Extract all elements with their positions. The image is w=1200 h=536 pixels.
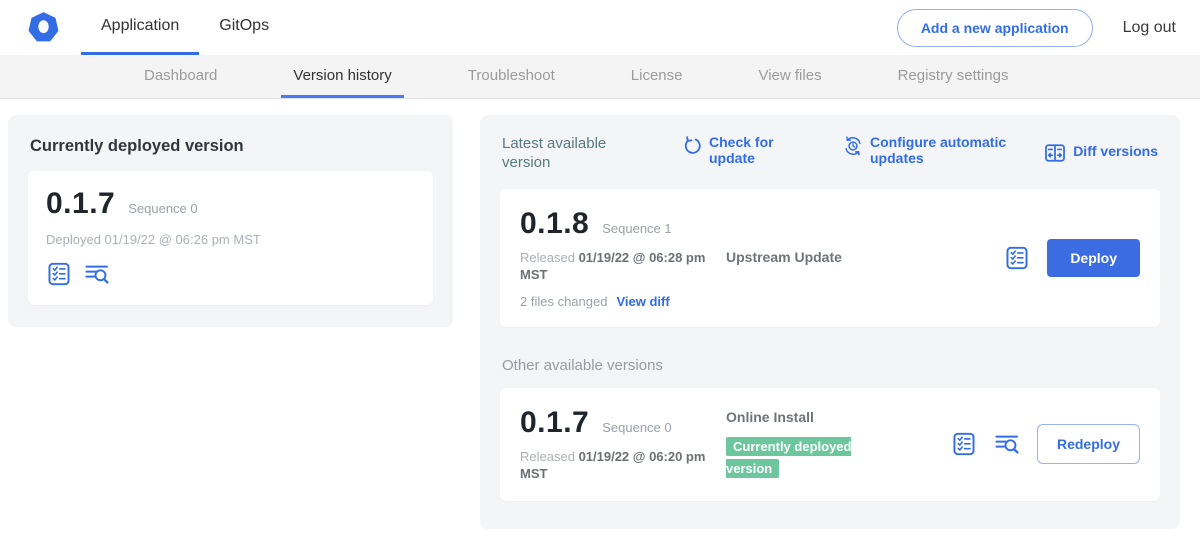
checklist-icon: [46, 261, 72, 287]
top-navbar: Application GitOps Add a new application…: [0, 0, 1200, 55]
subnav-tab-dashboard[interactable]: Dashboard: [132, 55, 229, 98]
latest-version-sequence: Sequence 1: [602, 221, 671, 236]
view-diff-link[interactable]: View diff: [616, 294, 669, 309]
refresh-arrow-icon: [682, 136, 702, 156]
subnav-tab-view-files-label: View files: [758, 67, 821, 84]
other-available-versions-title: Other available versions: [502, 357, 1158, 374]
subnav-tab-view-files[interactable]: View files: [746, 55, 833, 98]
subnav-tab-registry-settings-label: Registry settings: [898, 67, 1009, 84]
tab-gitops[interactable]: GitOps: [199, 0, 289, 55]
latest-available-title: Latest available version: [502, 135, 640, 173]
released-label: Released: [520, 449, 575, 464]
heptagon-logo-icon: [28, 12, 59, 43]
latest-version-card: 0.1.8 Sequence 1 Released 01/19/22 @ 06:…: [500, 189, 1160, 327]
subnav-tab-registry-settings[interactable]: Registry settings: [886, 55, 1021, 98]
subnav-tab-troubleshoot[interactable]: Troubleshoot: [456, 55, 567, 98]
available-panel-header: Latest available version Check for updat…: [502, 135, 1158, 173]
preflight-checks-button[interactable]: [46, 261, 72, 287]
latest-version-number: 0.1.8: [520, 207, 589, 241]
app-logo: [28, 0, 59, 55]
tab-application-label: Application: [101, 17, 179, 35]
main-content: Currently deployed version 0.1.7 Sequenc…: [0, 99, 1200, 529]
subnav-tab-version-history[interactable]: Version history: [281, 55, 403, 98]
other-view-logs-button[interactable]: [994, 431, 1020, 457]
other-preflight-checks-button[interactable]: [951, 431, 977, 457]
subnav-tab-license[interactable]: License: [619, 55, 695, 98]
other-version-sequence: Sequence 0: [602, 420, 671, 435]
app-subnav: Dashboard Version history Troubleshoot L…: [0, 55, 1200, 99]
other-version-number: 0.1.7: [520, 406, 589, 440]
lines-magnifier-icon: [84, 261, 110, 287]
current-deployed-timestamp: Deployed 01/19/22 @ 06:26 pm MST: [46, 232, 415, 247]
currently-deployed-title: Currently deployed version: [30, 137, 433, 156]
current-version-card: 0.1.7 Sequence 0 Deployed 01/19/22 @ 06:…: [28, 171, 433, 305]
checklist-icon: [1004, 245, 1030, 271]
deploy-button[interactable]: Deploy: [1047, 239, 1140, 277]
released-label: Released: [520, 250, 575, 265]
check-for-update-button[interactable]: Check for update: [682, 135, 781, 166]
checklist-icon: [951, 431, 977, 457]
split-diff-icon: [1044, 142, 1066, 164]
files-changed-count: 2 files changed: [520, 294, 607, 309]
configure-automatic-updates-button[interactable]: Configure automatic updates: [843, 135, 1018, 166]
check-for-update-label: Check for update: [709, 135, 781, 166]
top-right-actions: Add a new application Log out: [897, 0, 1176, 55]
current-version-sequence: Sequence 0: [128, 201, 197, 216]
other-version-source: Online Install: [726, 409, 814, 425]
latest-version-source: Upstream Update: [726, 249, 842, 265]
currently-deployed-panel: Currently deployed version 0.1.7 Sequenc…: [8, 115, 453, 327]
configure-automatic-updates-label: Configure automatic updates: [870, 135, 1018, 166]
redeploy-button[interactable]: Redeploy: [1037, 424, 1140, 464]
diff-versions-button[interactable]: Diff versions: [1044, 144, 1158, 164]
view-logs-button[interactable]: [84, 261, 110, 287]
other-version-card: 0.1.7 Sequence 0 Released 01/19/22 @ 06:…: [500, 388, 1160, 501]
logout-link[interactable]: Log out: [1123, 19, 1176, 37]
subnav-tab-troubleshoot-label: Troubleshoot: [468, 67, 555, 84]
latest-preflight-checks-button[interactable]: [1004, 245, 1030, 271]
current-version-number: 0.1.7: [46, 187, 115, 221]
subnav-tab-version-history-label: Version history: [293, 67, 391, 84]
top-tab-bar: Application GitOps: [81, 0, 289, 55]
lines-magnifier-icon: [994, 431, 1020, 457]
clock-sync-icon: [843, 136, 863, 156]
subnav-tab-dashboard-label: Dashboard: [144, 67, 217, 84]
tab-gitops-label: GitOps: [219, 17, 269, 35]
currently-deployed-badge: Currently deployed version: [726, 437, 851, 478]
tab-application[interactable]: Application: [81, 0, 199, 55]
diff-versions-label: Diff versions: [1073, 144, 1158, 164]
subnav-tab-license-label: License: [631, 67, 683, 84]
available-versions-panel: Latest available version Check for updat…: [480, 115, 1180, 529]
add-application-button[interactable]: Add a new application: [897, 9, 1093, 47]
